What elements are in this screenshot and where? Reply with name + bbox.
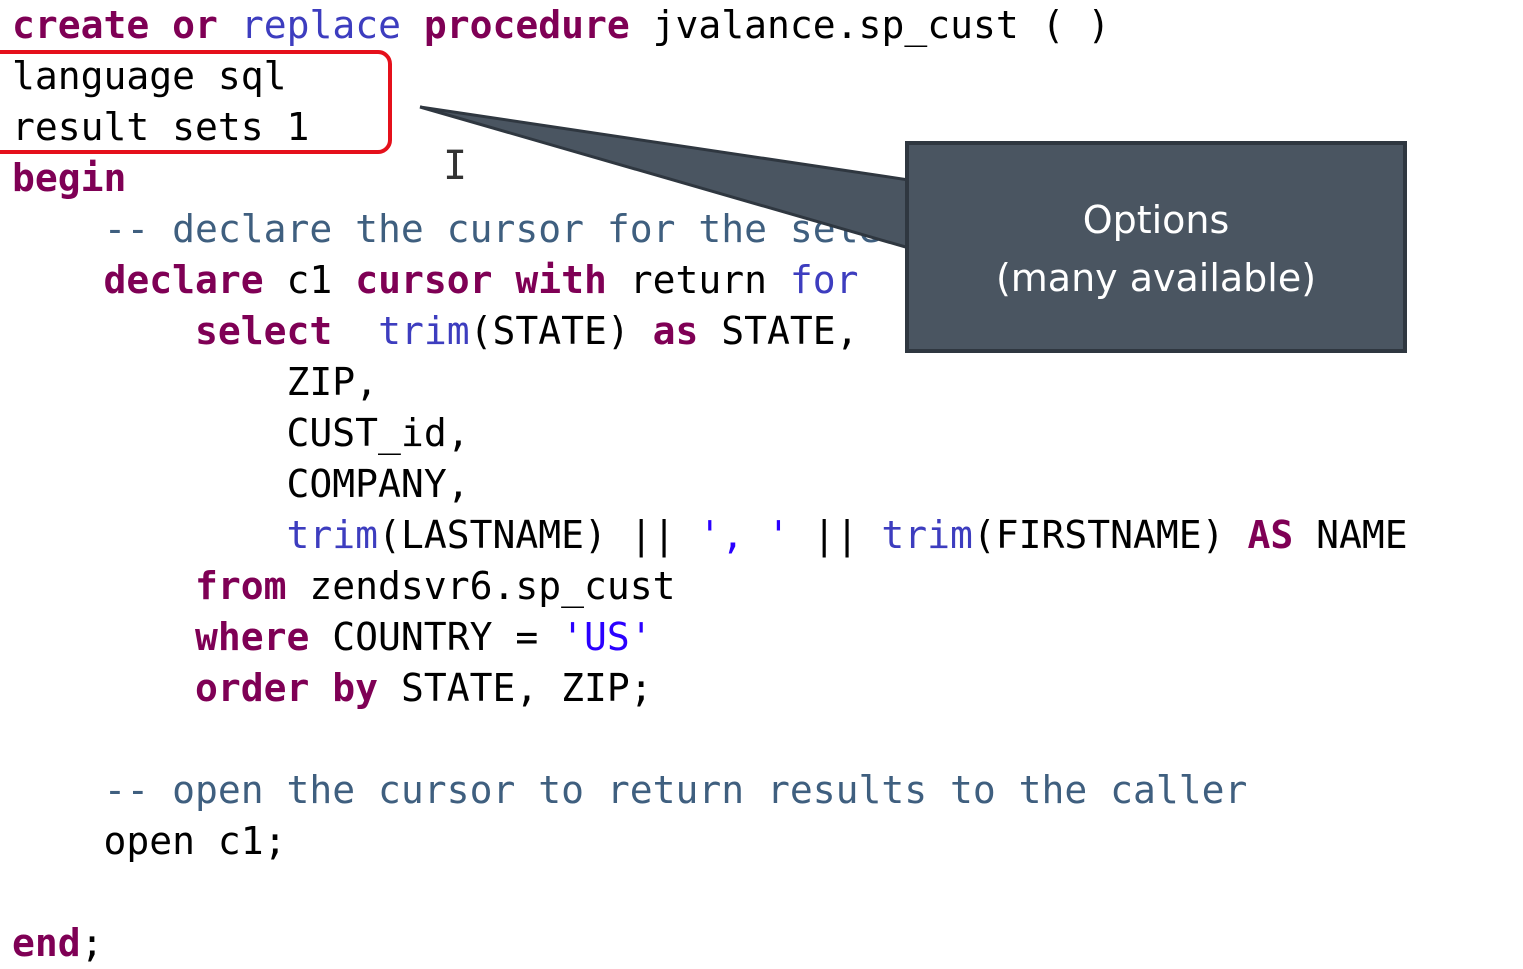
text-cursor-icon: I [443,143,468,189]
callout-subtitle: (many available) [995,256,1317,300]
callout-title: Options [1082,198,1230,242]
options-callout: Options (many available) [905,141,1407,353]
callout-pointer-shape [419,105,911,250]
